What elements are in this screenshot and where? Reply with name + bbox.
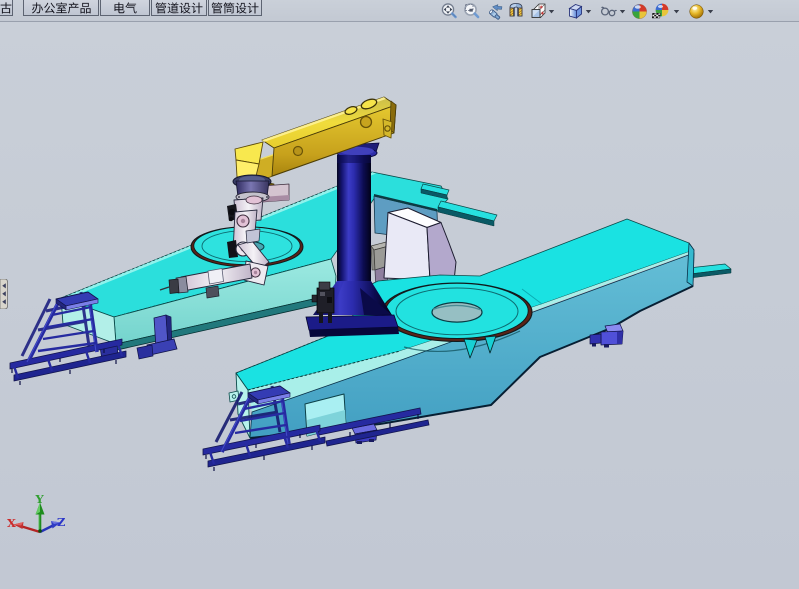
gold-sphere-icon — [687, 2, 706, 21]
hide-show-items-dropdown[interactable] — [619, 9, 626, 14]
edit-appearance-button[interactable] — [630, 2, 649, 21]
apply-scene-button[interactable] — [652, 2, 671, 21]
dropdown-arrow-icon — [708, 10, 713, 13]
tab-tubing-design[interactable]: 管筒设计 — [208, 0, 262, 16]
tab-label: 管筒设计 — [209, 0, 261, 15]
magnifier-area-icon — [462, 2, 481, 21]
dropdown-arrow-icon — [549, 10, 554, 13]
view-settings-dropdown[interactable] — [707, 9, 714, 14]
tab-label: 电气 — [101, 0, 149, 15]
telescope-arrow-icon — [486, 2, 505, 21]
section-view-button[interactable] — [507, 2, 526, 21]
tab-label: 管道设计 — [152, 0, 206, 15]
tab-label: 古 — [0, 0, 12, 15]
view-settings-button[interactable] — [687, 2, 706, 21]
tab-piping-design[interactable]: 管道设计 — [151, 0, 207, 16]
display-style-dropdown[interactable] — [585, 9, 592, 14]
display-style-button[interactable] — [566, 2, 585, 21]
view-orientation-dropdown[interactable] — [548, 9, 555, 14]
right-turntable-ring — [382, 283, 532, 341]
tab-office-products[interactable]: 办公室产品 — [23, 0, 99, 16]
previous-view-button[interactable] — [486, 2, 505, 21]
unfolded-cube-icon — [529, 2, 548, 21]
triad-y-label: Y — [35, 492, 45, 506]
color-ball-icon — [630, 2, 649, 21]
dropdown-arrow-icon — [620, 10, 625, 13]
feature-panel-flyout-tab[interactable] — [0, 279, 8, 309]
tab-electrical[interactable]: 电气 — [100, 0, 150, 16]
tab-label: 办公室产品 — [24, 0, 98, 15]
zoom-to-fit-button[interactable] — [440, 2, 459, 21]
zoom-to-area-button[interactable] — [462, 2, 481, 21]
hide-show-items-button[interactable] — [599, 2, 618, 21]
magnifier-arrows-icon — [440, 2, 459, 21]
dropdown-arrow-icon — [674, 10, 679, 13]
apply-scene-dropdown[interactable] — [673, 9, 680, 14]
triad-x-label: X — [7, 516, 16, 530]
checkered-ball-icon — [652, 2, 671, 21]
eyeglasses-icon — [599, 2, 618, 21]
tab-partial[interactable]: 古 — [0, 0, 13, 16]
section-cut-icon — [507, 2, 526, 21]
command-manager-bar: 古 办公室产品 电气 管道设计 管筒设计 — [0, 0, 799, 22]
view-orientation-button[interactable] — [529, 2, 548, 21]
triad-z-label: Z — [57, 515, 65, 529]
shaded-cube-icon — [566, 2, 585, 21]
dropdown-arrow-icon — [586, 10, 591, 13]
graphics-viewport[interactable]: X Y Z — [0, 0, 799, 589]
